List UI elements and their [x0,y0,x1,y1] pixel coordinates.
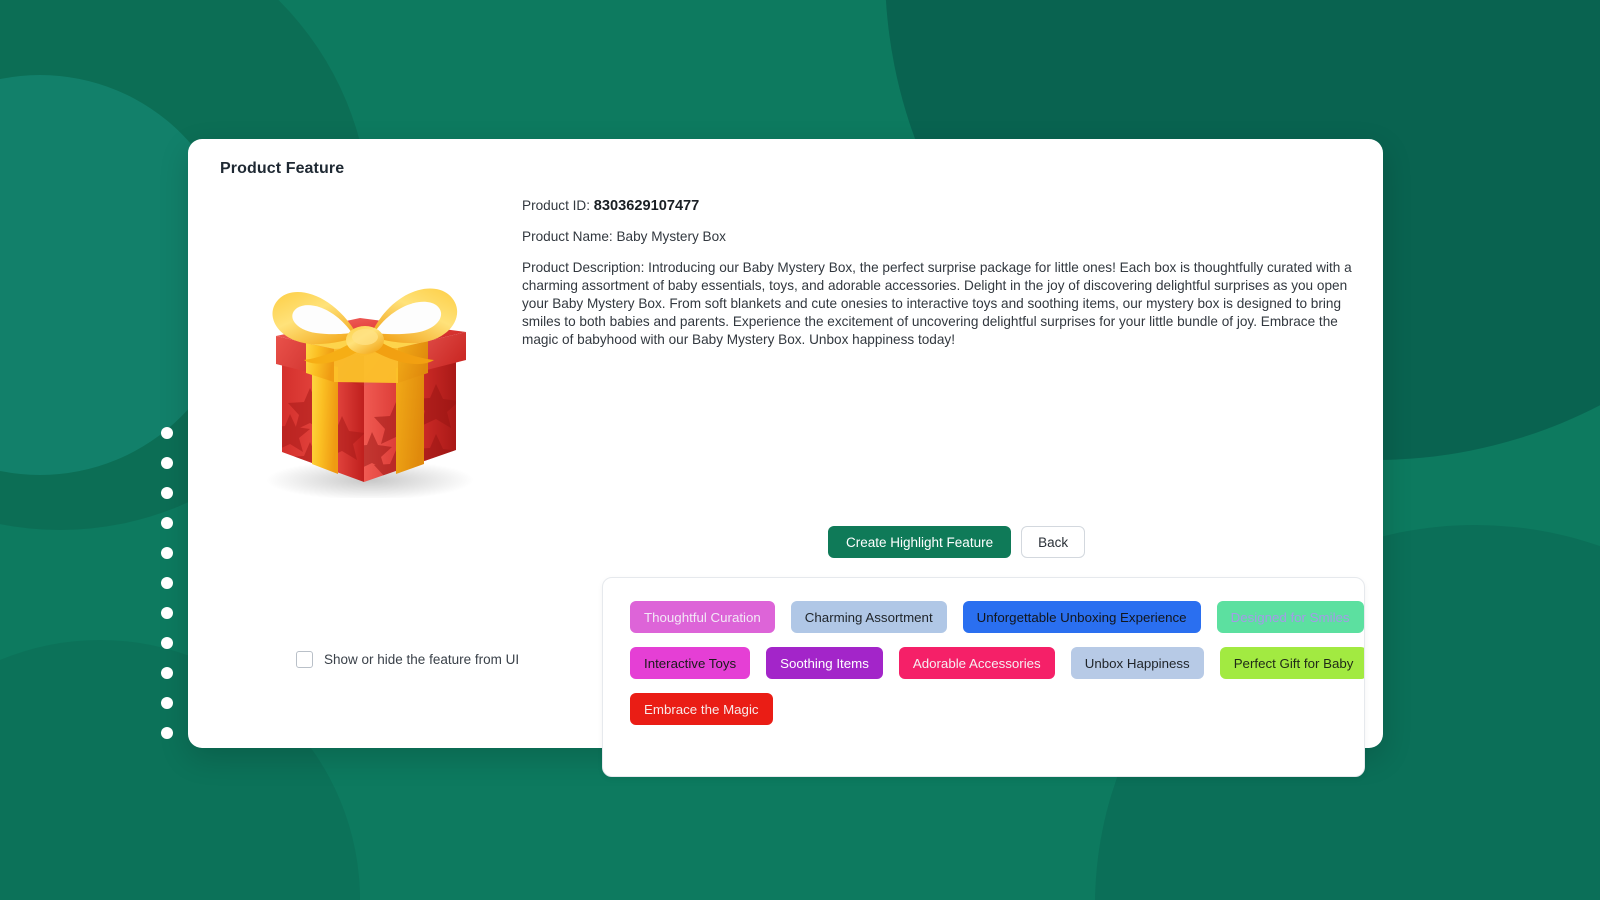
highlight-tag[interactable]: Thoughtful Curation [630,601,775,633]
highlight-tag[interactable]: Interactive Toys [630,647,751,679]
highlight-tag[interactable]: Unbox Happiness [1070,647,1204,679]
rail-dot [161,427,173,439]
highlight-tag[interactable]: Unforgettable Unboxing Experience [962,601,1201,633]
highlight-tag[interactable]: Embrace the Magic [630,693,773,725]
product-id-line: Product ID: 8303629107477 [522,197,1377,215]
show-hide-feature-row[interactable]: Show or hide the feature from UI [296,651,519,668]
rail-dot [161,487,173,499]
highlight-tag[interactable]: Designed for Smiles [1216,601,1364,633]
tag-row: Thoughtful Curation Charming Assortment Un… [630,601,1364,633]
product-description: Product Description: Introducing our Bab… [522,260,1352,347]
rail-dot [161,457,173,469]
product-name-line: Product Name: Baby Mystery Box [522,229,726,244]
gift-box-icon [266,288,474,498]
create-highlight-feature-button[interactable]: Create Highlight Feature [828,526,1012,558]
product-image [220,217,520,517]
rail-dot [161,607,173,619]
rail-dot [161,667,173,679]
highlight-tag[interactable]: Perfect Gift for Baby [1219,647,1364,679]
product-feature-card: Product Feature Product ID: 830362910747… [188,139,1383,777]
rail-dot [161,697,173,709]
page-title: Product Feature [220,160,345,177]
product-id-value: 8303629107477 [593,198,700,214]
rail-dot [161,727,173,739]
product-info: Product ID: 8303629107477 Product Name: … [522,197,1377,362]
show-hide-checkbox[interactable] [296,651,313,668]
page-root: Product Feature Product ID: 830362910747… [0,0,1600,900]
show-hide-checkbox-label: Show or hide the feature from UI [324,652,520,667]
highlight-tag[interactable]: Soothing Items [766,647,883,679]
highlight-tag[interactable]: Adorable Accessories [898,647,1055,679]
rail-dot [161,517,173,529]
rail-dot [161,637,173,649]
rail-dot [161,547,173,559]
tag-row: Interactive Toys Soothing Items Adorable A… [630,647,1364,679]
product-id-label: Product ID: [522,198,590,213]
rail-dot [161,577,173,589]
tag-row: Embrace the Magic [630,693,1364,725]
highlight-tags-panel: Thoughtful Curation Charming Assortment Un… [602,577,1365,777]
highlight-tag[interactable]: Charming Assortment [790,601,947,633]
dot-rail [161,427,173,739]
back-button[interactable]: Back [1021,526,1086,558]
action-buttons: Create Highlight Feature Back [828,526,1086,558]
